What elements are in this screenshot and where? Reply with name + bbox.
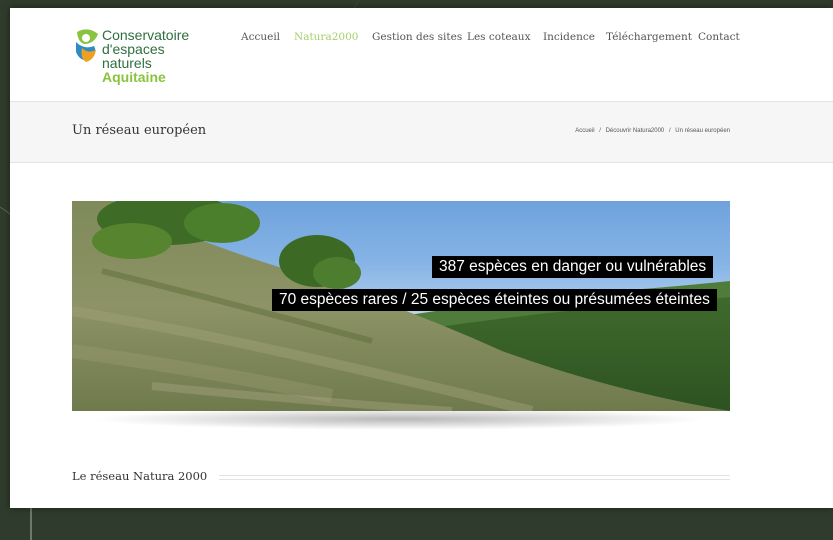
nav-item-contact[interactable]: Contact — [698, 31, 740, 43]
nav-item-natura2000[interactable]: Natura2000 — [294, 31, 358, 43]
nav-item-accueil[interactable]: Accueil — [241, 31, 280, 43]
nav-item-gestion-des-sites[interactable]: Gestion des sites — [372, 31, 462, 43]
nav-item-les-coteaux[interactable]: Les coteaux — [467, 31, 531, 43]
web-page: Conservatoire d'espaces naturels Aquitai… — [10, 8, 833, 508]
nav-item-telechargement[interactable]: Téléchargement — [606, 31, 692, 43]
breadcrumb-separator: / — [668, 128, 671, 134]
section-heading: Le réseau Natura 2000 — [72, 469, 730, 489]
banner-shadow — [90, 408, 710, 430]
banner-caption-2: 70 espèces rares / 25 espèces éteintes o… — [272, 289, 717, 311]
breadcrumb-item-decouvrir[interactable]: Découvrir Natura2000 — [606, 128, 665, 134]
nav-item-incidence[interactable]: Incidence — [543, 31, 595, 43]
site-header: Conservatoire d'espaces naturels Aquitai… — [10, 8, 833, 101]
logo-line-3: Aquitaine — [102, 69, 166, 85]
section-title: Le réseau Natura 2000 — [72, 469, 220, 483]
hero-banner: 387 espèces en danger ou vulnérables 70 … — [72, 201, 730, 411]
page-title: Un réseau européen — [72, 123, 207, 138]
breadcrumb-separator: / — [599, 128, 601, 134]
breadcrumb-item-current: Un réseau européen — [675, 128, 730, 134]
section-divider — [212, 475, 730, 480]
page-title-bar: Un réseau européen Accueil / Découvrir N… — [10, 101, 833, 163]
main-nav: Accueil Natura2000 Gestion des sites Les… — [10, 31, 833, 51]
breadcrumb-item-accueil[interactable]: Accueil — [575, 128, 594, 134]
banner-caption-1: 387 espèces en danger ou vulnérables — [432, 256, 714, 278]
breadcrumb: Accueil / Découvrir Natura2000 / Un rése… — [575, 128, 730, 134]
